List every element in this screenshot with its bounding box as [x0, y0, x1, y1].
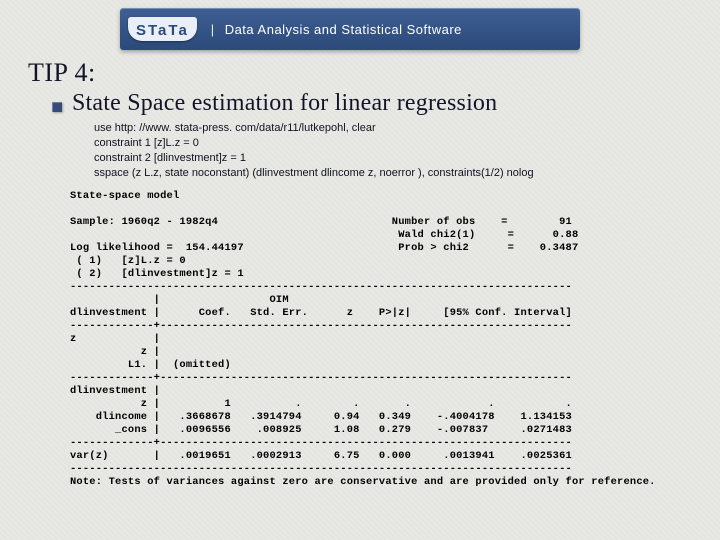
out-hdr1: | OIM [70, 294, 289, 306]
out-rule: ----------------------------------------… [70, 281, 572, 293]
subtitle: State Space estimation for linear regres… [72, 90, 497, 117]
out-rule: ----------------------------------------… [70, 463, 572, 475]
out-dlz: z | 1 . . . . . [70, 398, 572, 410]
out-rule: -------------+--------------------------… [70, 437, 572, 449]
out-zrow: z | [70, 346, 160, 358]
stata-logo-mark: STaTa [128, 17, 197, 41]
out-dlsec: dlinvestment | [70, 385, 160, 397]
command-block: use http: //www. stata-press. com/data/r… [94, 121, 702, 180]
out-title: State-space model [70, 190, 179, 202]
cmd-line: constraint 1 [z]L.z = 0 [94, 136, 702, 151]
tip-heading: TIP 4: [28, 58, 702, 88]
out-zsec: z | [70, 333, 160, 345]
subtitle-row: State Space estimation for linear regres… [52, 90, 702, 117]
logo-divider: | [211, 22, 215, 37]
cmd-line: sspace (z L.z, state noconstant) (dlinve… [94, 166, 702, 181]
stata-tagline: Data Analysis and Statistical Software [225, 22, 462, 37]
out-varz: var(z) | .0019651 .0002913 6.75 0.000 .0… [70, 450, 572, 462]
out-rule: -------------+--------------------------… [70, 372, 572, 384]
cmd-line: use http: //www. stata-press. com/data/r… [94, 121, 702, 136]
out-sample: Sample: 1960q2 - 1982q4 Number of obs = … [70, 216, 572, 228]
stata-output: State-space model Sample: 1960q2 - 1982q… [70, 190, 702, 489]
out-c2: ( 2) [dlinvestment]z = 1 [70, 268, 244, 280]
out-cons: _cons | .0096556 .008925 1.08 0.279 -.00… [70, 424, 572, 436]
slide-content: TIP 4: State Space estimation for linear… [28, 58, 702, 489]
out-dlinc: dlincome | .3668678 .3914794 0.94 0.349 … [70, 411, 572, 423]
out-rule: -------------+--------------------------… [70, 320, 572, 332]
out-note: Note: Tests of variances against zero ar… [70, 476, 656, 488]
bullet-icon [52, 102, 62, 112]
out-ll: Log likelihood = 154.44197 Prob > chi2 =… [70, 242, 578, 254]
cmd-line: constraint 2 [dlinvestment]z = 1 [94, 151, 702, 166]
out-wald: Wald chi2(1) = 0.88 [70, 229, 578, 241]
out-c1: ( 1) [z]L.z = 0 [70, 255, 186, 267]
out-hdr2: dlinvestment | Coef. Std. Err. z P>|z| [… [70, 307, 572, 319]
out-zl1: L1. | (omitted) [70, 359, 231, 371]
stata-logo-bar: STaTa | Data Analysis and Statistical So… [120, 8, 580, 50]
